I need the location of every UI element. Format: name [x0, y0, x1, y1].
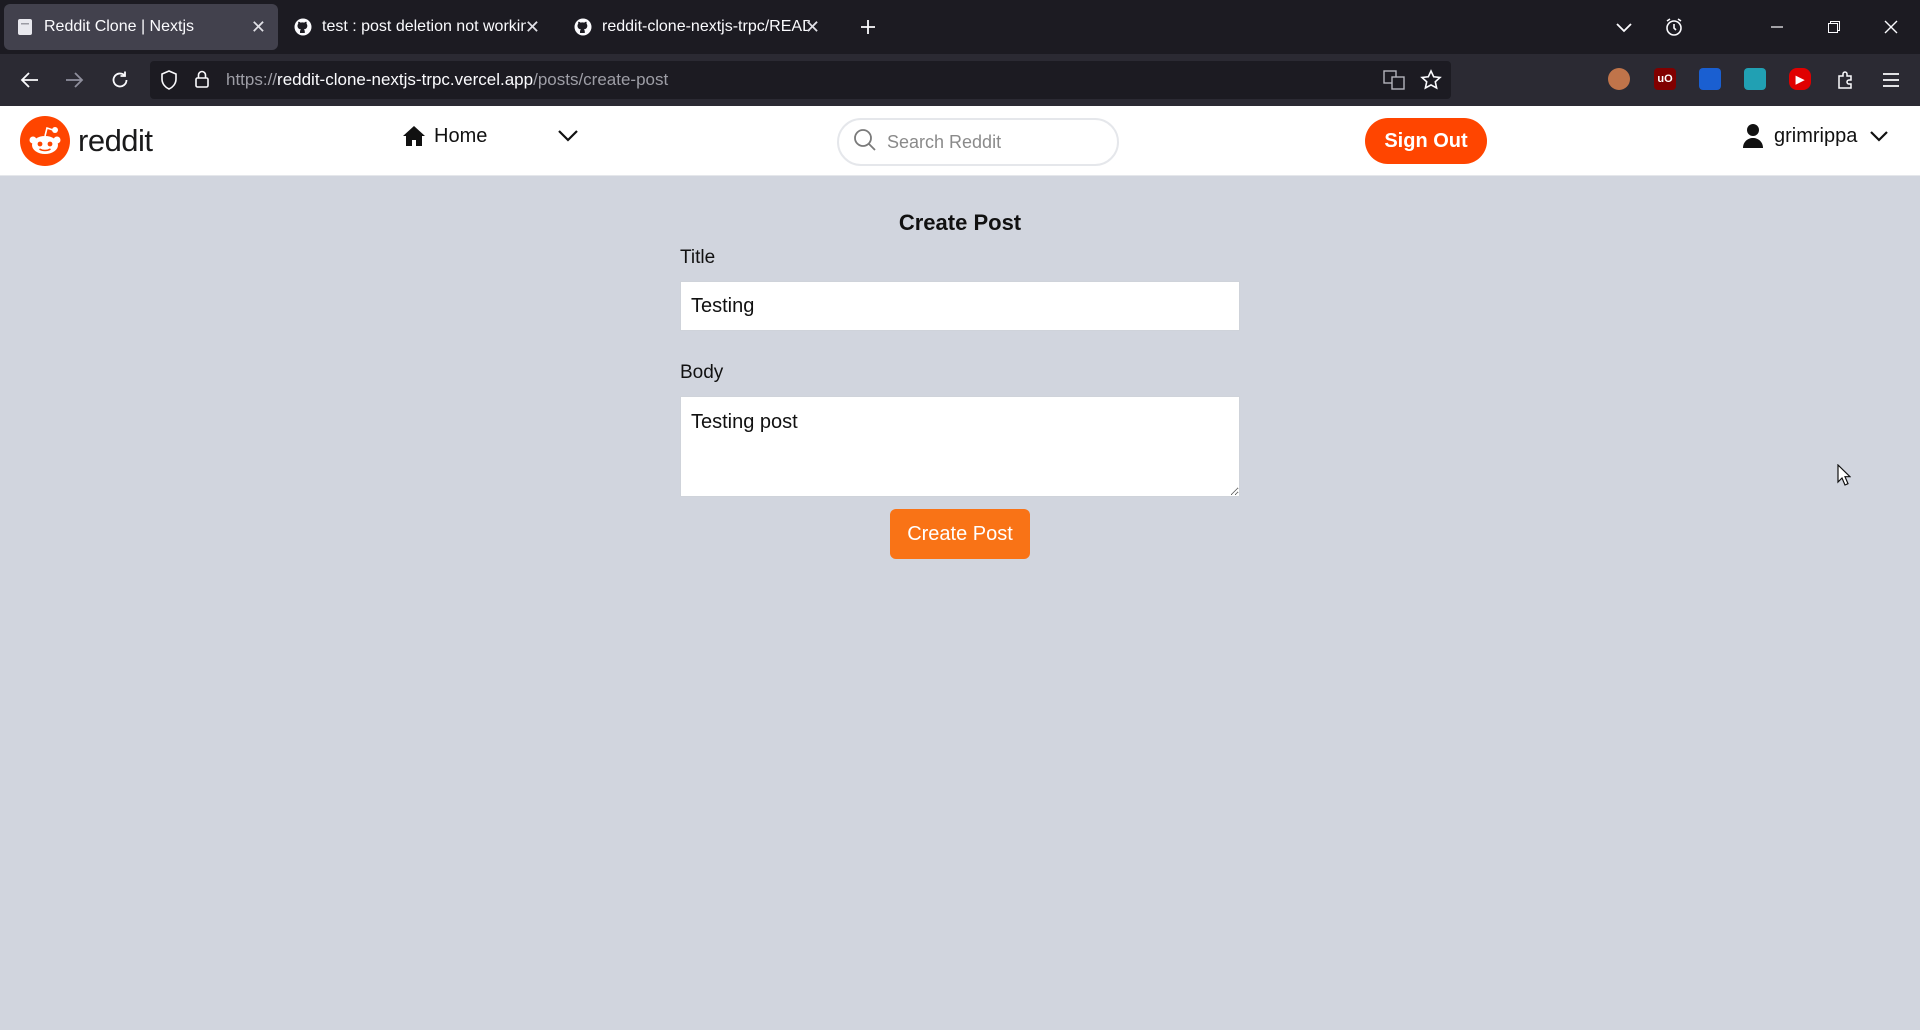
search-input[interactable]: [887, 131, 1087, 153]
alarm-icon[interactable]: [1662, 15, 1686, 39]
save-extension-icon[interactable]: [1744, 68, 1766, 90]
mouse-cursor-icon: [1837, 463, 1852, 491]
body-label: Body: [680, 362, 724, 383]
title-input[interactable]: [680, 281, 1240, 331]
username: grimrippa: [1774, 124, 1858, 147]
lock-icon[interactable]: [194, 69, 210, 94]
tab-post-deletion[interactable]: test : post deletion not working ✕: [282, 4, 552, 50]
home-icon: [403, 126, 425, 146]
extension-fox-icon[interactable]: [1608, 68, 1630, 90]
create-post-button[interactable]: Create Post: [890, 509, 1030, 559]
menu-hamburger-icon[interactable]: [1879, 68, 1903, 92]
tab-label: reddit-clone-nextjs-trpc/READM: [602, 18, 810, 35]
page-icon: [16, 18, 34, 36]
close-icon[interactable]: ✕: [525, 17, 540, 38]
sign-out-button[interactable]: Sign Out: [1365, 118, 1487, 164]
user-icon: [1743, 124, 1763, 148]
youtube-extension-icon[interactable]: ▶: [1789, 68, 1811, 90]
restore-icon[interactable]: [1822, 15, 1846, 39]
extensions-puzzle-icon[interactable]: [1834, 68, 1858, 92]
reload-icon[interactable]: [108, 68, 132, 92]
tab-readme[interactable]: reddit-clone-nextjs-trpc/READM ✕: [562, 4, 832, 50]
title-label: Title: [680, 247, 716, 268]
search-box[interactable]: [837, 118, 1119, 166]
ublock-icon[interactable]: uO: [1654, 68, 1676, 90]
browser-nav-bar: https://reddit-clone-nextjs-trpc.vercel.…: [0, 54, 1920, 106]
github-icon: [574, 18, 592, 36]
close-icon[interactable]: ✕: [805, 17, 820, 38]
browser-tab-strip: Reddit Clone | Nextjs ✕ test : post dele…: [0, 0, 1920, 54]
new-tab-icon[interactable]: [856, 15, 880, 39]
tab-label: Reddit Clone | Nextjs: [44, 18, 194, 35]
chevron-down-icon: [1870, 131, 1889, 142]
site-header: reddit Home Sign Out grimrippa: [0, 106, 1920, 176]
tab-label: test : post deletion not working: [322, 18, 526, 35]
user-menu[interactable]: grimrippa: [1742, 123, 1889, 149]
search-icon: [853, 128, 877, 157]
home-label: Home: [434, 124, 488, 147]
forward-arrow-icon[interactable]: [62, 68, 86, 92]
close-icon[interactable]: ✕: [251, 17, 266, 38]
tab-list-chevron-icon[interactable]: [1612, 15, 1636, 39]
url-text: https://reddit-clone-nextjs-trpc.vercel.…: [226, 70, 669, 89]
page-title: Create Post: [898, 210, 1022, 235]
logo-wordmark: reddit: [78, 123, 153, 158]
shield-icon[interactable]: [160, 70, 178, 95]
bookmark-star-icon[interactable]: [1420, 69, 1442, 96]
tab-reddit-clone[interactable]: Reddit Clone | Nextjs ✕: [4, 4, 278, 50]
github-icon: [294, 18, 312, 36]
chevron-down-icon[interactable]: [557, 128, 579, 147]
window-close-icon[interactable]: [1879, 15, 1903, 39]
body-textarea[interactable]: Testing post: [680, 396, 1240, 497]
url-bar[interactable]: https://reddit-clone-nextjs-trpc.vercel.…: [150, 61, 1451, 99]
extension-blue-icon[interactable]: [1699, 68, 1721, 90]
reddit-logo[interactable]: reddit: [20, 116, 153, 166]
back-arrow-icon[interactable]: [18, 68, 42, 92]
reddit-snoo-icon: [20, 116, 70, 166]
translate-icon[interactable]: [1383, 70, 1405, 95]
minimize-icon[interactable]: [1765, 15, 1789, 39]
home-nav[interactable]: Home: [402, 124, 487, 148]
